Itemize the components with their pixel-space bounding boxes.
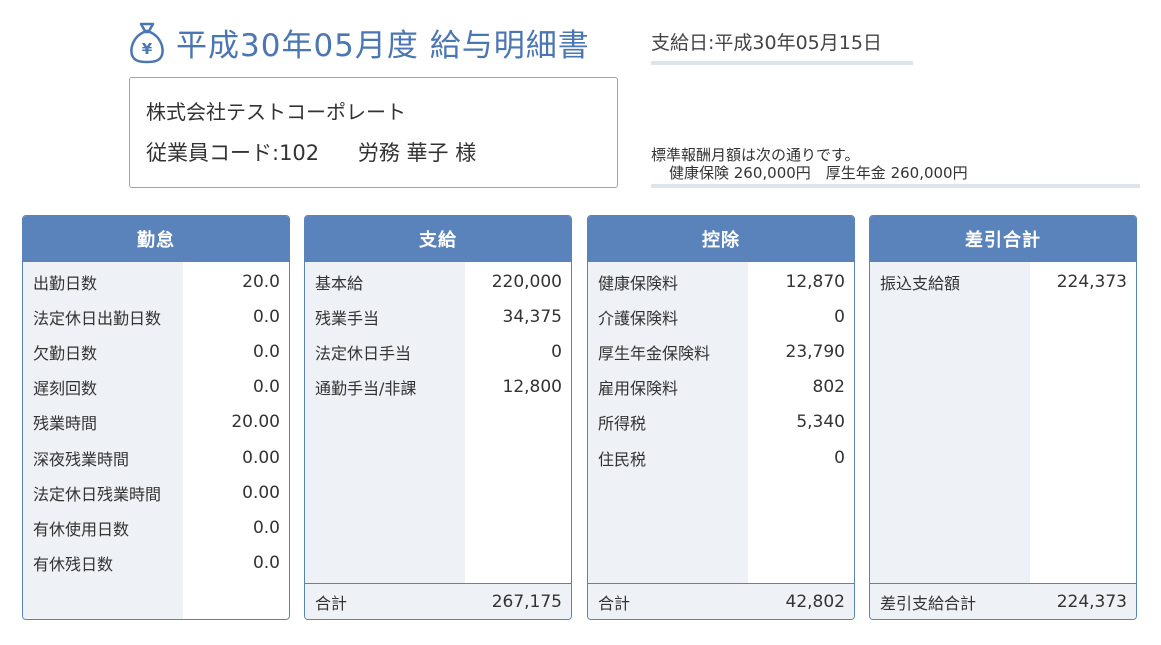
table-row: 所得税 5,340 (598, 412, 845, 434)
standard-remuneration-detail: 健康保険 260,000円 厚生年金 260,000円 (669, 164, 968, 182)
net-total-label: 差引支給合計 (880, 593, 977, 613)
deduction-panel: 控除 健康保険料 12,870 介護保険料 0 厚生年金保険料 23,790 雇用保険… (587, 215, 855, 620)
payment-header: 支給 (305, 216, 571, 262)
table-row: 有休使用日数 0.0 (33, 517, 280, 539)
net-header: 差引合計 (870, 216, 1136, 262)
table-row: 欠勤日数 0.0 (33, 341, 280, 363)
table-row: 厚生年金保険料 23,790 (598, 341, 845, 363)
payment-date: 支給日:平成30年05月15日 (651, 28, 913, 65)
money-bag-icon: ¥ (130, 22, 164, 64)
employee-name: 労務 華子 様 (357, 141, 477, 165)
payment-panel: 支給 基本給 220,000 残業手当 34,375 法定休日手当 0 通勤手当/非課… (304, 215, 572, 620)
table-row: 振込支給額 224,373 (880, 271, 1127, 293)
table-row: 通勤手当/非課 12,800 (315, 377, 562, 399)
employee-line: 従業員コード:102 労務 華子 様 (146, 137, 601, 167)
table-row: 介護保険料 0 (598, 306, 845, 328)
employee-info-box: 株式会社テストコーポレート 従業員コード:102 労務 華子 様 (129, 77, 618, 188)
net-total-row: 差引支給合計 224,373 (870, 583, 1136, 619)
deduction-header: 控除 (588, 216, 854, 262)
net-total-value: 224,373 (1056, 591, 1127, 612)
company-name: 株式会社テストコーポレート (146, 100, 406, 124)
deduction-total-label: 合計 (598, 593, 631, 613)
deduction-total-row: 合計 42,802 (588, 583, 854, 619)
standard-remuneration-note: 標準報酬月額は次の通りです。 健康保険 260,000円 厚生年金 260,00… (651, 146, 1140, 188)
table-row: 残業手当 34,375 (315, 306, 562, 328)
table-row: 残業時間 20.00 (33, 412, 280, 434)
document-title: ¥ 平成30年05月度 給与明細書 (128, 14, 590, 70)
attendance-panel: 勤怠 出勤日数 20.0 法定休日出勤日数 0.0 欠勤日数 0.0 遅刻回数 0.0 … (22, 215, 290, 620)
table-row: 法定休日残業時間 0.00 (33, 482, 280, 504)
standard-remuneration-text: 標準報酬月額は次の通りです。 (651, 146, 860, 164)
page-title: 平成30年05月度 給与明細書 (176, 27, 590, 64)
payment-total-value: 267,175 (491, 591, 562, 612)
deduction-total-value: 42,802 (785, 591, 845, 612)
attendance-header: 勤怠 (23, 216, 289, 262)
table-row: 健康保険料 12,870 (598, 271, 845, 293)
payment-total-row: 合計 267,175 (305, 583, 571, 619)
table-row: 深夜残業時間 0.00 (33, 447, 280, 469)
net-panel: 差引合計 振込支給額 224,373 差引支給合計 224,373 (869, 215, 1137, 620)
payment-total-label: 合計 (315, 593, 348, 613)
table-row: 雇用保険料 802 (598, 377, 845, 399)
employee-code: 従業員コード:102 (146, 141, 320, 165)
table-row: 出勤日数 20.0 (33, 271, 280, 293)
table-row: 住民税 0 (598, 447, 845, 469)
table-row: 基本給 220,000 (315, 271, 562, 293)
table-row: 遅刻回数 0.0 (33, 377, 280, 399)
table-row: 有休残日数 0.0 (33, 553, 280, 575)
table-row: 法定休日出勤日数 0.0 (33, 306, 280, 328)
table-row: 法定休日手当 0 (315, 341, 562, 363)
svg-text:¥: ¥ (142, 40, 153, 58)
